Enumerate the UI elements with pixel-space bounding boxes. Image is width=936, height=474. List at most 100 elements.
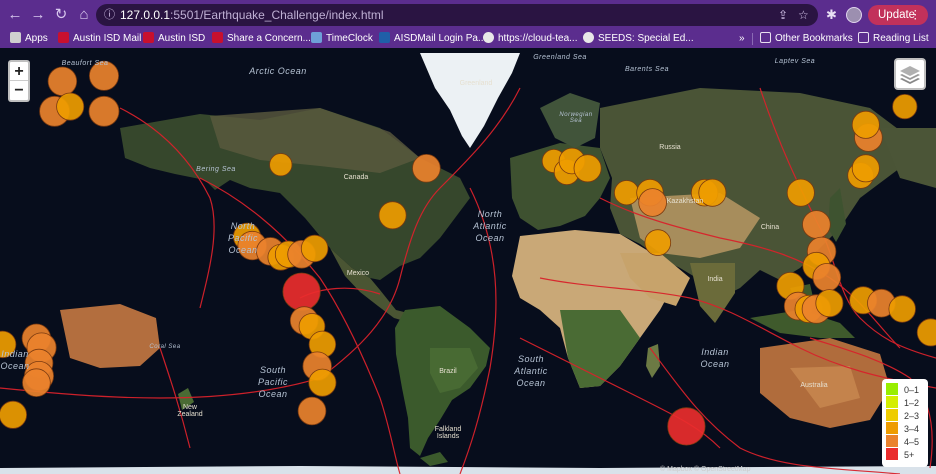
earthquake-marker[interactable] (644, 229, 672, 256)
back-icon[interactable]: ← (6, 6, 24, 24)
label-australia: Australia (800, 382, 828, 389)
bookmark-cloud-tea[interactable]: https://cloud-tea... (483, 32, 578, 46)
label-mexico: Mexico (346, 270, 370, 277)
label-greenland-sea: Greenland Sea (533, 54, 587, 61)
earthquake-marker[interactable] (300, 234, 329, 263)
label-falkland: Falkland Islands (434, 426, 462, 440)
globe-icon (583, 32, 594, 43)
map-canvas[interactable] (0, 48, 936, 474)
earthquake-marker[interactable] (892, 93, 918, 120)
legend-row: 1–2 (886, 396, 924, 409)
forward-icon[interactable]: → (29, 6, 47, 24)
label-south-atlantic: South Atlantic Ocean (514, 354, 548, 388)
earthquake-marker[interactable] (815, 289, 844, 318)
label-indian-ocean-left: Indian Ocean (0, 349, 30, 371)
earthquake-marker[interactable] (47, 66, 78, 97)
bookmark-aisdmail[interactable]: AISDMail Login Pa... (379, 32, 486, 46)
folder-icon (760, 32, 771, 43)
update-button[interactable]: Update ⋮ (868, 5, 928, 25)
earthquake-marker[interactable] (56, 92, 85, 121)
label-new-zealand: New Zealand (177, 404, 203, 418)
bookmark-other[interactable]: Other Bookmarks (760, 32, 853, 46)
aisd-logo-icon (58, 32, 69, 43)
label-kazakhstan: Kazakhstan (666, 198, 704, 205)
label-brazil: Brazil (439, 368, 457, 375)
label-bering-sea: Bering Sea (196, 166, 236, 173)
earthquake-marker[interactable] (0, 400, 27, 429)
earthquake-marker[interactable] (297, 396, 327, 426)
label-greenland: Greenland (459, 80, 493, 87)
home-icon[interactable]: ⌂ (75, 6, 93, 24)
bookmark-star-icon[interactable]: ☆ (798, 4, 809, 26)
bookmark-seeds[interactable]: SEEDS: Special Ed... (583, 32, 694, 46)
earthquake-marker[interactable] (308, 368, 337, 397)
legend-swatch (886, 396, 898, 408)
label-russia: Russia (659, 144, 681, 151)
label-beaufort-sea: Beaufort Sea (61, 60, 109, 67)
label-arctic-ocean: Arctic Ocean (249, 66, 307, 76)
share-icon[interactable]: ⇪ (778, 4, 788, 26)
info-icon[interactable]: ⓘ (104, 4, 115, 26)
bookmark-austin-isd[interactable]: Austin ISD (143, 32, 205, 46)
reading-list-icon (858, 32, 869, 43)
earthquake-marker[interactable] (802, 210, 831, 239)
bookmark-timeclock[interactable]: TimeClock (311, 32, 373, 46)
earthquake-marker[interactable] (22, 368, 51, 398)
more-bookmarks-icon[interactable]: » (739, 32, 745, 46)
label-coral-sea: Coral Sea (149, 344, 181, 350)
earthquake-marker[interactable] (88, 95, 120, 127)
menu-dots-icon[interactable]: ⋮ (910, 5, 922, 25)
bookmark-share-concern[interactable]: Share a Concern... (212, 32, 311, 46)
clock-icon (311, 32, 322, 43)
globe-icon (483, 32, 494, 43)
earthquake-marker[interactable] (412, 154, 441, 183)
url-path: :5501/Earthquake_Challenge/index.html (170, 8, 384, 22)
label-north-atlantic: North Atlantic Ocean (473, 209, 507, 243)
bookmark-apps[interactable]: Apps (10, 32, 48, 46)
bookmark-austin-isd-mail[interactable]: Austin ISD Mail (58, 32, 141, 46)
legend-swatch (886, 383, 898, 395)
earthquake-marker[interactable] (282, 272, 321, 311)
bookmark-separator (752, 33, 753, 45)
label-laptev-sea: Laptev Sea (774, 58, 816, 65)
zoom-out-button[interactable]: − (10, 81, 28, 100)
earthquake-marker[interactable] (269, 153, 293, 177)
apps-grid-icon (10, 32, 21, 43)
layers-icon (900, 66, 920, 84)
earthquake-marker[interactable] (613, 180, 640, 206)
legend-swatch (886, 448, 898, 460)
label-north-pacific: North Pacific Ocean (227, 221, 258, 255)
earthquake-marker[interactable] (888, 295, 916, 323)
earthquake-marker[interactable] (851, 154, 880, 183)
avatar[interactable] (846, 7, 862, 23)
zoom-in-button[interactable]: + (10, 62, 28, 81)
reload-icon[interactable]: ↻ (52, 6, 70, 24)
bookmark-reading-list[interactable]: Reading List (858, 32, 929, 46)
earthquake-marker[interactable] (786, 178, 815, 207)
earthquake-marker[interactable] (812, 263, 842, 292)
legend-row: 2–3 (886, 409, 924, 422)
earthquake-marker[interactable] (378, 201, 407, 230)
aisd-logo-icon (143, 32, 154, 43)
label-norwegian-sea: Norwegian Sea (559, 112, 593, 124)
bookmarks-bar: Apps Austin ISD Mail Austin ISD Share a … (0, 30, 936, 48)
extensions-icon[interactable]: ✱ (826, 7, 837, 23)
label-indian-ocean: Indian Ocean (700, 347, 730, 369)
earthquake-marker[interactable] (667, 407, 706, 446)
magnitude-legend: 0–1 1–2 2–3 3–4 4–5 5+ (882, 379, 928, 467)
browser-toolbar: ← → ↻ ⌂ ⓘ 127.0.0.1:5501/Earthquake_Chal… (0, 0, 936, 30)
label-canada: Canada (343, 174, 369, 181)
legend-row: 4–5 (886, 435, 924, 448)
address-bar[interactable]: ⓘ 127.0.0.1:5501/Earthquake_Challenge/in… (96, 4, 818, 26)
earthquake-marker[interactable] (851, 110, 880, 139)
earthquake-marker[interactable] (916, 318, 936, 347)
legend-row: 0–1 (886, 383, 924, 396)
earthquake-marker[interactable] (573, 154, 602, 183)
url-host: 127.0.0.1 (120, 8, 171, 22)
map-attribution[interactable]: © Mapbox © OpenStreetMap (660, 466, 750, 473)
legend-row: 3–4 (886, 422, 924, 435)
outlook-icon (379, 32, 390, 43)
map-container[interactable]: Arctic Ocean Greenland Greenland Sea Bar… (0, 48, 936, 474)
layers-control-button[interactable] (894, 58, 926, 90)
land-layer (0, 53, 936, 474)
